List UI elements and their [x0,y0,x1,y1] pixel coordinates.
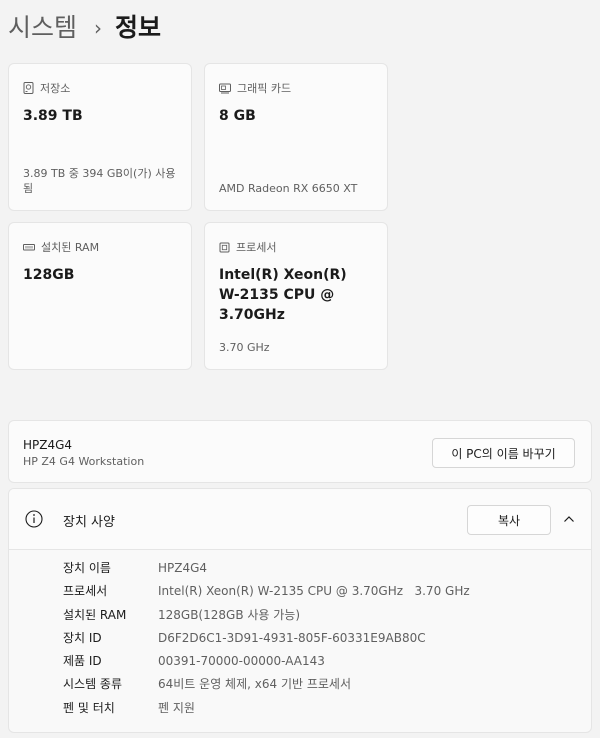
collapse-button[interactable] [557,507,581,531]
rename-pc-button[interactable]: 이 PC의 이름 바꾸기 [432,438,575,468]
device-name: HPZ4G4 [23,438,73,452]
chevron-up-icon [564,516,574,522]
spec-value: Intel(R) Xeon(R) W-2135 CPU @ 3.70GHz 3.… [158,584,470,599]
spec-label: 펜 및 터치 [63,700,115,715]
spec-row-ram: 설치된 RAM 128GB(128GB 사용 가능) [9,604,591,627]
processor-value: Intel(R) Xeon(R) W-2135 CPU @ 3.70GHz [219,267,347,323]
copy-button[interactable]: 복사 [467,505,551,535]
ram-value: 128GB [23,267,75,283]
ram-card-header: 설치된 RAM [23,239,99,255]
breadcrumb: 시스템 › 정보 [8,10,161,46]
graphics-card-label: 그래픽 카드 [237,82,292,95]
graphics-card-card[interactable]: 그래픽 카드 8 GB AMD Radeon RX 6650 XT [204,63,388,211]
settings-page: 시스템 › 정보 저장소 3.89 TB 3.89 TB 중 394 GB이(가… [0,0,600,738]
processor-label: 프로세서 [236,241,277,254]
storage-card-header: 저장소 [23,80,70,96]
processor-card[interactable]: 프로세서 Intel(R) Xeon(R) W-2135 CPU @ 3.70G… [204,222,388,370]
device-model: HP Z4 G4 Workstation [23,455,145,468]
device-specs-title: 장치 사양 [63,515,115,530]
breadcrumb-separator: › [94,16,103,40]
page-title: 정보 [115,13,162,42]
spec-label: 장치 이름 [63,561,111,575]
ram-card[interactable]: 설치된 RAM 128GB [8,222,192,370]
spec-row-device-name: 장치 이름 HPZ4G4 [9,557,591,580]
spec-value: HPZ4G4 [158,561,208,575]
storage-value: 3.89 TB [23,108,83,124]
spec-label: 설치된 RAM [63,607,127,622]
spec-row-processor: 프로세서 Intel(R) Xeon(R) W-2135 CPU @ 3.70G… [9,580,591,603]
device-specs-header[interactable]: 장치 사양 복사 [9,489,591,550]
memory-icon [23,243,35,250]
spec-row-device-id: 장치 ID D6F2D6C1-3D91-4931-805F-60331E9AB8… [9,627,591,650]
spec-label: 프로세서 [63,584,108,599]
spec-value: 128GB(128GB 사용 가능) [158,607,301,622]
device-specs-section: 장치 사양 복사 장치 이름 HPZ4G4 프로세서 Intel(R) Xeon… [8,488,592,733]
graphics-card-header: 그래픽 카드 [219,80,291,96]
spec-label: 시스템 종류 [63,677,123,692]
info-icon [25,510,43,528]
spec-label: 장치 ID [63,630,102,645]
device-specs-list: 장치 이름 HPZ4G4 프로세서 Intel(R) Xeon(R) W-213… [9,557,591,720]
spec-value: 00391-70000-00000-AA143 [158,654,325,669]
spec-label: 제품 ID [63,654,102,669]
processor-speed: 3.70 GHz [219,341,270,354]
device-name-panel: HPZ4G4 HP Z4 G4 Workstation 이 PC의 이름 바꾸기 [8,420,592,483]
breadcrumb-parent[interactable]: 시스템 [8,10,77,46]
spec-value: 64비트 운영 체제, x64 기반 프로세서 [158,677,352,692]
processor-icon [219,242,230,252]
processor-card-header: 프로세서 [219,239,276,255]
storage-usage: 3.89 TB 중 394 GB이(가) 사용됨 [23,167,176,195]
spec-row-product-id: 제품 ID 00391-70000-00000-AA143 [9,650,591,673]
graphics-card-model: AMD Radeon RX 6650 XT [219,182,358,195]
storage-icon [23,82,34,94]
spec-row-pen-touch: 펜 및 터치 펜 지원 [9,697,591,720]
graphics-memory-value: 8 GB [219,108,256,124]
ram-label: 설치된 RAM [41,241,100,254]
storage-label: 저장소 [40,82,71,95]
spec-value: 펜 지원 [158,700,195,715]
storage-card[interactable]: 저장소 3.89 TB 3.89 TB 중 394 GB이(가) 사용됨 [8,63,192,211]
graphics-card-icon [219,83,231,93]
spec-row-system-type: 시스템 종류 64비트 운영 체제, x64 기반 프로세서 [9,673,591,696]
spec-value: D6F2D6C1-3D91-4931-805F-60331E9AB80C [158,630,426,645]
